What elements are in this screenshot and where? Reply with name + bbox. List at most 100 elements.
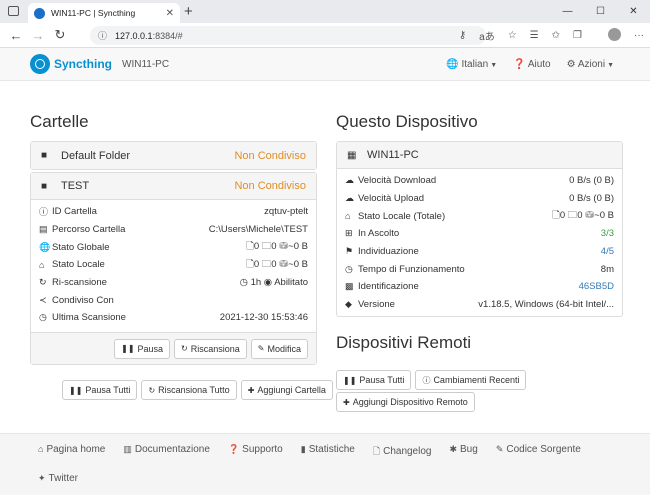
rescan-all-button[interactable]: ↻ Riscansiona Tutto	[141, 380, 237, 400]
folder-status: Non Condiviso	[234, 180, 306, 192]
add-remote-device-button[interactable]: ✚ Aggiungi Dispositivo Remoto	[336, 392, 475, 412]
language-menu[interactable]: 🌐 Italian ▼	[446, 59, 497, 70]
folder-open-icon: ▤	[39, 224, 48, 235]
row-shared-with: ≺ Condiviso Con	[39, 294, 114, 306]
this-device-header[interactable]: ▦ WIN11-PC	[337, 142, 622, 169]
folder-global-actions: ❚❚ Pausa Tutti ↻ Riscansiona Tutto ✚ Aggiun…	[62, 380, 333, 400]
pause-icon: ❚❚	[69, 385, 83, 395]
favorite-icon[interactable]: ☆	[508, 30, 517, 41]
help-link[interactable]: ❓ Aiuto	[513, 59, 550, 70]
new-tab-icon[interactable]: +	[184, 3, 193, 20]
pause-all-folders-button[interactable]: ❚❚ Pausa Tutti	[62, 380, 138, 400]
footer-link-home[interactable]: ⌂ Pagina home	[38, 444, 105, 460]
device-identicon-icon: ▦	[347, 149, 357, 161]
back-icon[interactable]: ←	[5, 28, 27, 43]
info-icon: ⓘ	[422, 375, 431, 385]
pause-folder-button[interactable]: ❚❚ Pausa	[114, 338, 171, 359]
folder-details: ⓘ ID Cartella zqtuv-ptelt ▤ Percorso Cartel…	[31, 200, 316, 327]
footer-links: ⌂ Pagina home ▥ Documentazione ❓ Supporto ▮…	[38, 444, 618, 484]
close-window-icon[interactable]: ✕	[617, 0, 650, 23]
tag-icon: ◆	[345, 299, 352, 310]
profile-avatar[interactable]	[595, 27, 621, 44]
copy-icon[interactable]: ❐	[573, 30, 582, 41]
key-icon[interactable]: ⚷	[459, 30, 466, 41]
folder-status: Non Condiviso	[234, 149, 306, 162]
footer-link-twitter[interactable]: ✦ Twitter	[38, 473, 78, 484]
brand-name: Syncthing	[54, 57, 113, 71]
minimize-icon[interactable]: —	[551, 0, 584, 23]
plus-icon: ✚	[247, 385, 255, 395]
footer-link-bugs[interactable]: ✱ Bug	[449, 444, 477, 460]
share-icon: ≺	[39, 294, 47, 305]
row-local-state-total: ⌂ Stato Locale (Totale) 🗋0 🗀0 ⛁~0 B	[345, 210, 614, 222]
footer-link-support[interactable]: ❓ Supporto	[228, 444, 283, 460]
pause-icon: ❚❚	[121, 344, 135, 353]
maximize-icon[interactable]: ☐	[584, 0, 617, 23]
remote-actions: ❚❚ Pausa Tutti ⓘ Cambiamenti Recenti	[336, 370, 527, 390]
row-last-scan: ◷ Ultima Scansione 2021-12-30 15:53:46	[39, 312, 308, 324]
footer-link-stats[interactable]: ▮ Statistiche	[301, 444, 355, 460]
row-folder-id: ⓘ ID Cartella zqtuv-ptelt	[39, 206, 308, 218]
actions-menu[interactable]: ⚙ Azioni ▼	[567, 59, 614, 70]
footer-link-docs[interactable]: ▥ Documentazione	[123, 444, 210, 460]
file-icon: 🗋	[372, 446, 381, 456]
forward-icon[interactable]: →	[27, 28, 49, 43]
footer: ⌂ Pagina home ▥ Documentazione ❓ Supporto ▮…	[0, 433, 650, 495]
folder-default[interactable]: ■ Default Folder Non Condiviso	[30, 141, 317, 170]
home-icon: ⌂	[39, 259, 45, 270]
row-rescan: ↻ Ri-scansione ◷ 1h ◉ Abilitato	[39, 277, 308, 289]
pause-icon: ❚❚	[343, 375, 357, 385]
row-download-rate: ☁ Velocità Download 0 B/s (0 B)	[345, 175, 614, 187]
collections-icon[interactable]: ☰	[530, 30, 539, 41]
footer-link-changelog[interactable]: 🗋 Changelog	[373, 444, 432, 460]
site-info-icon[interactable]: ⓘ	[98, 29, 107, 42]
url-path: :8384/#	[152, 30, 183, 41]
pencil-icon: ✎	[257, 344, 265, 353]
folder-name: TEST	[61, 180, 90, 192]
network-icon: ⊞	[345, 228, 353, 239]
read-aloud-icon[interactable]: aあ	[479, 28, 495, 43]
edit-folder-button[interactable]: ✎ Modifica	[250, 338, 308, 359]
row-discovery[interactable]: ⚑ Individuazione 4/5	[337, 243, 622, 261]
signpost-icon: ⚑	[345, 246, 354, 257]
device-name: WIN11-PC	[122, 59, 170, 70]
brand[interactable]: Syncthing	[30, 54, 112, 74]
favorites-bar-icon[interactable]: ✩	[552, 30, 560, 41]
rescan-folder-button[interactable]: ↻ Riscansiona	[174, 338, 247, 359]
syncthing-logo-icon	[30, 54, 50, 74]
tab-actions-icon[interactable]	[8, 6, 19, 16]
folder-test: ■ TEST Non Condiviso ⓘ ID Cartella zqtuv-p…	[30, 172, 317, 365]
qrcode-icon: ▩	[345, 281, 354, 292]
info-icon: ⓘ	[39, 207, 49, 218]
book-icon: ▥	[123, 444, 132, 454]
this-device-panel: ▦ WIN11-PC ☁ Velocità Download 0 B/s (0 B)…	[336, 141, 623, 317]
folder-actions: ❚❚ Pausa ↻ Riscansiona ✎ Modifica	[31, 332, 316, 364]
url-host: 127.0.0.1	[115, 30, 153, 41]
row-global-state: 🌐 Stato Globale 🗋0 🗀0 ⛁~0 B	[39, 241, 308, 253]
bar-chart-icon: ▮	[300, 444, 306, 454]
tab-title: WIN11-PC | Syncthing	[51, 8, 136, 18]
row-identification[interactable]: ▩ Identificazione 46SB5D	[337, 278, 622, 296]
browser-tab-bar: WIN11-PC | Syncthing ✕ + — ☐ ✕	[0, 0, 650, 23]
row-listeners[interactable]: ⊞ In Ascolto 3/3	[337, 225, 622, 243]
cloud-download-icon: ☁	[345, 175, 354, 186]
pause-all-devices-button[interactable]: ❚❚ Pausa Tutti	[336, 370, 412, 390]
folder-name: Default Folder	[61, 149, 131, 162]
more-icon[interactable]: ···	[634, 30, 644, 41]
wrench-icon: ✎	[495, 444, 504, 454]
question-icon: ❓	[227, 444, 240, 454]
syncthing-navbar: Syncthing WIN11-PC 🌐 Italian ▼ ❓ Aiuto ⚙ …	[0, 48, 650, 81]
recent-changes-button[interactable]: ⓘ Cambiamenti Recenti	[415, 370, 527, 390]
footer-link-source[interactable]: ✎ Codice Sorgente	[496, 444, 581, 460]
browser-tab[interactable]: WIN11-PC | Syncthing ✕	[28, 3, 180, 23]
home-icon: ⌂	[345, 211, 351, 222]
refresh-icon: ↻	[148, 385, 156, 395]
nav-menu: 🌐 Italian ▼ ❓ Aiuto ⚙ Azioni ▼	[446, 59, 614, 70]
address-bar[interactable]: ⓘ 127.0.0.1:8384/#	[90, 26, 486, 45]
globe-icon: 🌐	[39, 241, 51, 252]
reload-icon[interactable]: ↻	[49, 27, 71, 43]
remote-devices-heading: Dispositivi Remoti	[336, 333, 472, 352]
folder-test-header[interactable]: ■ TEST Non Condiviso	[31, 173, 316, 200]
add-folder-button[interactable]: ✚ Aggiungi Cartella	[240, 380, 333, 400]
close-tab-icon[interactable]: ✕	[166, 8, 174, 19]
